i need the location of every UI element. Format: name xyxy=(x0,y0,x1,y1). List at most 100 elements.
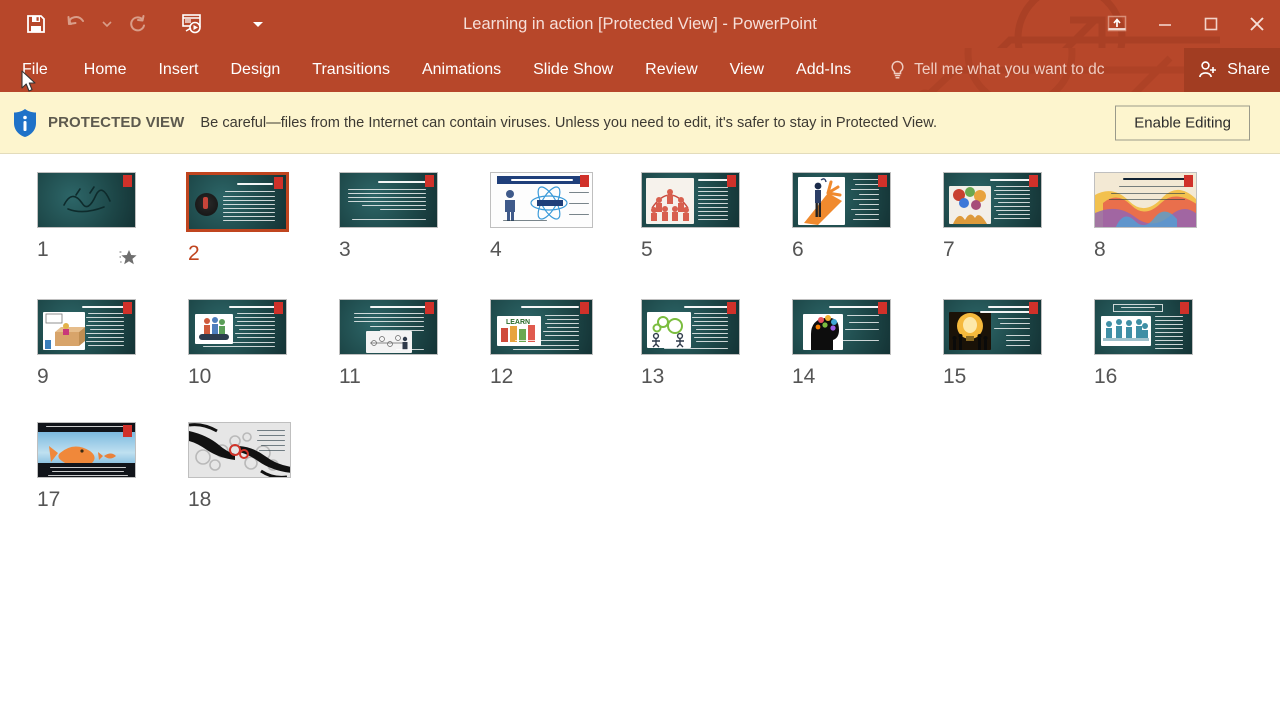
slide-badge xyxy=(123,302,132,314)
slide-image-11[interactable] xyxy=(339,299,438,355)
slide-sorter-pane[interactable]: 1 2 3 4 5 6 7 8 9 10 11 LEARN 12 13 14 1… xyxy=(0,154,1280,720)
slide-thumbnail-6[interactable]: 6 xyxy=(755,168,906,266)
slide-image-9[interactable] xyxy=(37,299,136,355)
tab-home[interactable]: Home xyxy=(68,48,143,92)
slide-number-7: 7 xyxy=(943,238,955,261)
slide-badge xyxy=(123,425,132,437)
slide-image-12[interactable]: LEARN xyxy=(490,299,593,355)
slide-badge xyxy=(1180,302,1189,314)
slide-image-7[interactable] xyxy=(943,172,1042,228)
person-add-icon xyxy=(1199,61,1217,78)
tab-add-ins[interactable]: Add-Ins xyxy=(780,48,867,92)
slide-number-5: 5 xyxy=(641,238,653,261)
slide-thumbnail-4[interactable]: 4 xyxy=(453,168,604,266)
slide-thumbnail-17[interactable]: 17 xyxy=(0,418,151,512)
slide-image-15[interactable] xyxy=(943,299,1042,355)
slide-image-14[interactable] xyxy=(792,299,891,355)
slide-image-18[interactable] xyxy=(188,422,291,478)
slide-number-15: 15 xyxy=(943,365,967,388)
slide-number-12: 12 xyxy=(490,365,514,388)
share-button[interactable]: Share xyxy=(1184,48,1280,92)
tab-transitions[interactable]: Transitions xyxy=(296,48,406,92)
lightbulb-icon xyxy=(891,60,904,79)
slide-thumbnail-13[interactable]: 13 xyxy=(604,295,755,389)
window-controls xyxy=(1092,0,1280,48)
slide-thumbnail-2[interactable]: 2 xyxy=(151,168,302,266)
slide-image-10[interactable] xyxy=(188,299,287,355)
slide-row: 17 18 xyxy=(0,418,1280,512)
svg-text:LEARN: LEARN xyxy=(506,319,530,326)
minimize-icon[interactable] xyxy=(1142,0,1188,48)
slide-thumbnail-16[interactable]: 16 xyxy=(1057,295,1208,389)
slide-image-1[interactable] xyxy=(37,172,136,228)
slide-badge xyxy=(1029,175,1038,187)
redo-icon[interactable] xyxy=(118,6,158,42)
slide-badge xyxy=(727,175,736,187)
slide-thumbnail-10[interactable]: 10 xyxy=(151,295,302,389)
slide-thumbnail-8[interactable]: 8 xyxy=(1057,168,1208,266)
share-label: Share xyxy=(1227,61,1270,78)
slide-image-4[interactable] xyxy=(490,172,593,228)
slide-thumbnail-15[interactable]: 15 xyxy=(906,295,1057,389)
customize-qat-icon[interactable] xyxy=(238,6,278,42)
ribbon-display-options-icon[interactable] xyxy=(1092,0,1142,48)
slide-image-17[interactable] xyxy=(37,422,136,478)
slide-row: 9 10 11 LEARN 12 13 14 15 16 xyxy=(0,295,1280,389)
slide-thumbnail-12[interactable]: LEARN 12 xyxy=(453,295,604,389)
slide-badge xyxy=(274,177,283,189)
slide-thumbnail-18[interactable]: 18 xyxy=(151,418,302,512)
save-icon[interactable] xyxy=(16,6,56,42)
slide-badge xyxy=(878,175,887,187)
tab-review[interactable]: Review xyxy=(629,48,713,92)
slide-number-18: 18 xyxy=(188,488,212,511)
tab-view[interactable]: View xyxy=(714,48,780,92)
slide-badge xyxy=(580,302,589,314)
slide-thumbnail-11[interactable]: 11 xyxy=(302,295,453,389)
slide-number-16: 16 xyxy=(1094,365,1118,388)
tab-design[interactable]: Design xyxy=(214,48,296,92)
slide-image-13[interactable] xyxy=(641,299,740,355)
undo-dropdown-icon[interactable] xyxy=(96,6,118,42)
close-icon[interactable] xyxy=(1234,0,1280,48)
protected-view-message: Be careful—files from the Internet can c… xyxy=(200,114,938,131)
tell-me-box[interactable]: Tell me what you want to dc xyxy=(889,48,1105,92)
slide-image-8[interactable] xyxy=(1094,172,1197,228)
enable-editing-button[interactable]: Enable Editing xyxy=(1115,105,1250,140)
slide-number-13: 13 xyxy=(641,365,665,388)
slide-number-3: 3 xyxy=(339,238,351,261)
slide-number-8: 8 xyxy=(1094,238,1106,261)
tab-animations[interactable]: Animations xyxy=(406,48,517,92)
slide-thumbnail-7[interactable]: 7 xyxy=(906,168,1057,266)
slide-number-10: 10 xyxy=(188,365,212,388)
slide-row: 1 2 3 4 5 6 7 8 xyxy=(0,168,1280,266)
slide-badge xyxy=(878,302,887,314)
slide-thumbnail-14[interactable]: 14 xyxy=(755,295,906,389)
tab-insert[interactable]: Insert xyxy=(142,48,214,92)
slide-number-17: 17 xyxy=(37,488,61,511)
slide-badge xyxy=(580,175,589,187)
slide-thumbnail-9[interactable]: 9 xyxy=(0,295,151,389)
slide-badge xyxy=(1029,302,1038,314)
maximize-icon[interactable] xyxy=(1188,0,1234,48)
tab-slide-show[interactable]: Slide Show xyxy=(517,48,629,92)
undo-icon[interactable] xyxy=(56,6,96,42)
protected-view-bar: PROTECTED VIEW Be careful—files from the… xyxy=(0,92,1280,154)
slide-number-4: 4 xyxy=(490,238,502,261)
slide-badge xyxy=(425,302,434,314)
slide-image-2[interactable] xyxy=(186,172,289,232)
mouse-cursor xyxy=(21,70,36,92)
info-shield-icon xyxy=(14,108,36,137)
slide-image-6[interactable] xyxy=(792,172,891,228)
slide-image-5[interactable] xyxy=(641,172,740,228)
slide-thumbnail-1[interactable]: 1 xyxy=(0,168,151,266)
slide-thumbnail-3[interactable]: 3 xyxy=(302,168,453,266)
title-bar: Learning in action [Protected View] - Po… xyxy=(0,0,1280,48)
slide-number-11: 11 xyxy=(339,365,361,388)
slide-number-9: 9 xyxy=(37,365,49,388)
animation-star-icon[interactable] xyxy=(118,246,140,268)
slide-image-3[interactable] xyxy=(339,172,438,228)
start-slideshow-icon[interactable] xyxy=(172,6,212,42)
slide-thumbnail-5[interactable]: 5 xyxy=(604,168,755,266)
slide-image-16[interactable] xyxy=(1094,299,1193,355)
slide-badge xyxy=(425,175,434,187)
